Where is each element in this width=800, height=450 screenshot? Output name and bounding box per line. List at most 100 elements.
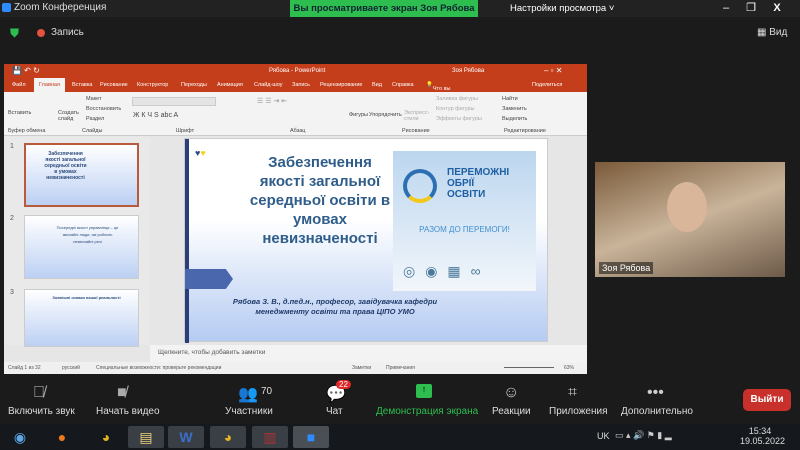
word-icon[interactable]: W <box>168 426 204 448</box>
group-editing: Редактирование <box>504 128 546 134</box>
new-slide-button[interactable]: Создать слайд <box>58 110 80 122</box>
tab-home[interactable]: Главная <box>34 78 65 92</box>
view-settings-dropdown[interactable]: Настройки просмотра ˅ <box>510 3 614 14</box>
window-title: Zoom Конференция <box>14 2 107 13</box>
tell-me-search[interactable]: 💡 Что вы хотите сделать? <box>426 82 456 104</box>
close-button[interactable]: X <box>766 0 788 17</box>
tray-icons[interactable]: ▭ ▴ 🔊 ⚑ ▮ ▂ <box>615 430 672 441</box>
ppt-title: Рябова - PowerPoint <box>269 68 326 74</box>
zoom-level[interactable]: 63% <box>564 365 574 371</box>
slide-counter: Слайд 1 из 32 <box>8 365 41 371</box>
tab-insert[interactable]: Вставка <box>72 82 92 88</box>
font-name-box[interactable] <box>132 97 216 106</box>
winrar-icon[interactable]: ▥ <box>252 426 288 448</box>
shape-outline-button[interactable]: Контур фигуры <box>436 106 474 112</box>
chrome-window-icon[interactable]: ◕ <box>210 426 246 448</box>
chat-button[interactable]: Чат <box>326 406 343 417</box>
tab-design[interactable]: Конструктор <box>137 82 168 88</box>
view-button[interactable]: ▦ Вид <box>757 27 787 38</box>
current-slide[interactable]: ♥♥ Забезпечення якості загальної середнь… <box>184 138 548 343</box>
apps-icon[interactable]: ⌗ <box>568 384 577 402</box>
group-drawing: Рисование <box>402 128 430 134</box>
apps-button[interactable]: Приложения <box>549 406 608 417</box>
unmute-button[interactable]: Включить звук <box>8 406 75 417</box>
slide-thumbnails-pane: 1 Забезпечення якості загальної середньо… <box>4 137 150 347</box>
font-format-buttons[interactable]: Ж К Ч S abc A <box>133 112 178 119</box>
date: 19.05.2022 <box>740 436 786 446</box>
layout-button[interactable]: Макет <box>86 96 102 102</box>
ppt-window-controls[interactable]: – ▫ ✕ <box>544 66 562 75</box>
more-icon[interactable]: ••• <box>647 384 664 402</box>
tab-animations[interactable]: Анимация <box>217 82 243 88</box>
language[interactable]: русский <box>62 365 80 371</box>
participants-button[interactable]: Участники <box>225 406 273 417</box>
reset-button[interactable]: Восстановить <box>86 106 121 112</box>
replace-button[interactable]: Заменить <box>502 106 527 112</box>
comments-button[interactable]: Примечания <box>386 365 415 371</box>
ppt-title-bar: 💾 ↶ ↻ Рябова - PowerPoint Зоя Рябова – ▫… <box>4 64 587 78</box>
recording-label[interactable]: Запись <box>51 27 84 38</box>
restore-button[interactable]: ❐ <box>740 0 762 17</box>
reactions-icon[interactable]: ☺ <box>503 384 519 402</box>
thumb-text: Посередні якості управлінця – це звичайн… <box>56 225 119 244</box>
video-off-icon[interactable]: ■̸ <box>117 384 127 402</box>
notes-pane[interactable]: Щелкните, чтобы добавить заметки <box>150 345 587 362</box>
tab-transitions[interactable]: Переходы <box>181 82 207 88</box>
tab-review[interactable]: Рецензирование <box>320 82 362 88</box>
tab-slideshow[interactable]: Слайд-шоу <box>254 82 283 88</box>
section-button[interactable]: Раздел <box>86 116 104 122</box>
share-screen-button[interactable]: Демонстрация экрана <box>376 406 478 417</box>
start-button-icon[interactable]: ◉ <box>2 426 38 448</box>
muted-mic-icon[interactable]: 🎙̸ <box>33 384 45 402</box>
slide-thumbnail-1[interactable]: Забезпечення якості загальної середньої … <box>24 143 139 207</box>
shared-powerpoint-window: 💾 ↶ ↻ Рябова - PowerPoint Зоя Рябова – ▫… <box>4 64 587 374</box>
share-button[interactable]: Поделиться <box>532 82 562 88</box>
keyboard-language[interactable]: UK <box>597 431 610 441</box>
tab-draw[interactable]: Рисование <box>100 82 128 88</box>
tab-help[interactable]: Справка <box>392 82 414 88</box>
firefox-icon[interactable]: ● <box>44 426 80 448</box>
slide-title: Забезпечення якості загальної середньої … <box>249 154 391 247</box>
chrome-icon[interactable]: ◕ <box>88 426 124 448</box>
shape-fill-button[interactable]: Заливка фигуры <box>436 96 478 102</box>
arrange-button[interactable]: Упорядочить <box>369 112 402 118</box>
more-button[interactable]: Дополнительно <box>621 406 693 417</box>
ribbon: Вставить Создать слайд Макет Восстановит… <box>4 92 587 136</box>
thumb-text: Забезпечення якості загальної середньої … <box>44 151 87 181</box>
start-video-button[interactable]: Начать видео <box>96 406 160 417</box>
quick-styles-button[interactable]: Экспресс-стили <box>404 110 430 122</box>
time: 15:34 <box>748 426 772 436</box>
quick-access-icons[interactable]: 💾 ↶ ↻ <box>12 66 40 75</box>
thumb-number: 2 <box>10 215 14 222</box>
select-button[interactable]: Выделить <box>502 116 527 122</box>
group-font: Шрифт <box>176 128 195 134</box>
security-shield-icon[interactable]: ⛊ <box>10 26 19 41</box>
reactions-button[interactable]: Реакции <box>492 406 531 417</box>
paste-button[interactable]: Вставить <box>8 110 31 116</box>
slide-author: Рябова З. В., д.пед.н., професор, завіду… <box>232 297 438 316</box>
minimize-button[interactable]: – <box>715 0 737 17</box>
slide-thumbnail-3[interactable]: Зовнішні ознаки нашої реальності <box>24 289 139 347</box>
zoom-taskbar-icon[interactable]: ■ <box>293 426 329 448</box>
shape-effects-button[interactable]: Эффекты фигуры <box>436 116 482 122</box>
participant-video[interactable]: Зоя Рябова <box>595 162 785 277</box>
participants-icon[interactable]: 👥 <box>238 384 258 404</box>
view-settings-label: Настройки просмотра <box>510 3 607 14</box>
share-screen-icon[interactable]: ↑ <box>416 384 432 398</box>
accessibility[interactable]: Специальные возможности: проверьте реком… <box>96 365 221 371</box>
title-bar: Zoom Конференция Вы просматриваете экран… <box>0 0 800 17</box>
zoom-slider[interactable] <box>504 367 554 368</box>
slide-thumbnail-2[interactable]: Посередні якості управлінця – це звичайн… <box>24 215 139 279</box>
leave-button[interactable]: Выйти <box>743 389 791 411</box>
tab-view[interactable]: Вид <box>372 82 382 88</box>
status-bar: Слайд 1 из 32 русский Специальные возмож… <box>4 362 587 374</box>
logo-line: ОБРІЇ <box>447 178 475 189</box>
paragraph-buttons[interactable]: ☰ ☰ ⇥ ⇤ <box>257 97 287 105</box>
campaign-logo: ПЕРЕМОЖНІ ОБРІЇ ОСВІТИ РАЗОМ ДО ПЕРЕМОГИ! … <box>393 151 536 291</box>
explorer-icon[interactable]: ▤ <box>128 426 164 448</box>
shapes-button[interactable]: Фигуры <box>349 112 368 118</box>
find-button[interactable]: Найти <box>502 96 518 102</box>
tab-record[interactable]: Запись <box>292 82 310 88</box>
notes-button[interactable]: Заметки <box>352 365 371 371</box>
tab-file[interactable]: Файл <box>12 82 26 88</box>
